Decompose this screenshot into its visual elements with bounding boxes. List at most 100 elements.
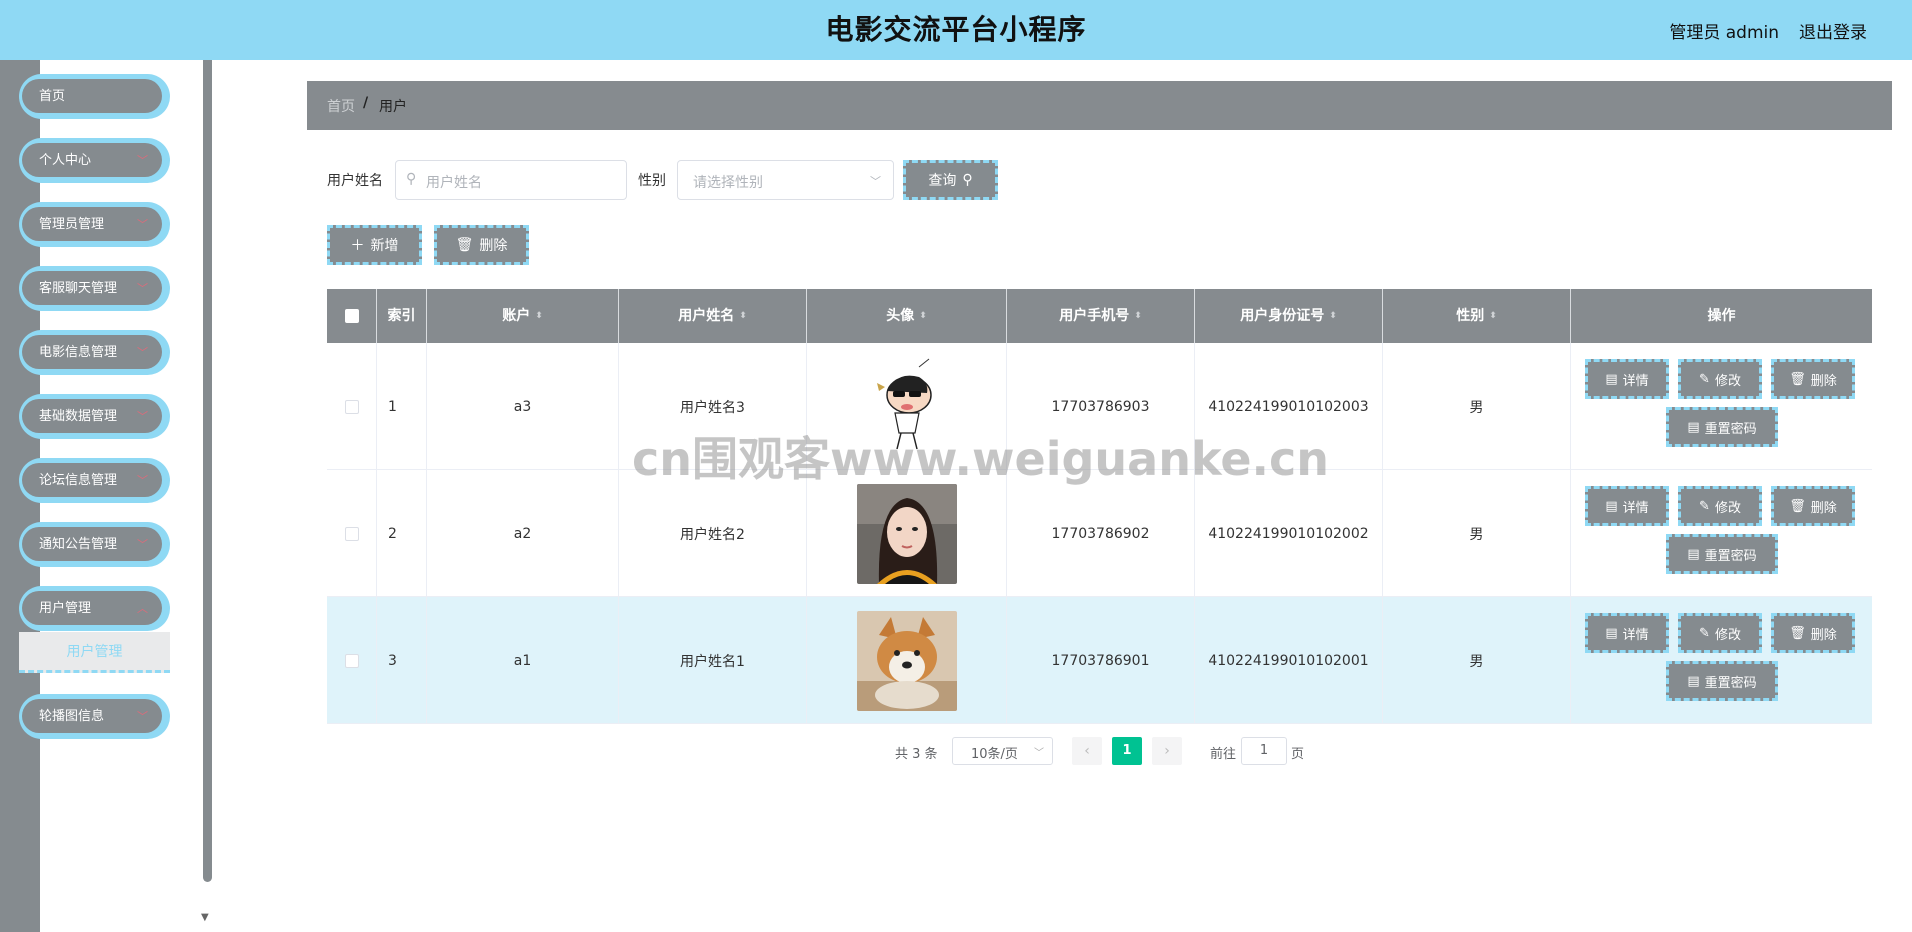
sidebar-item-movies[interactable]: 电影信息管理 ﹀ xyxy=(19,330,170,375)
delete-button[interactable]: 🗑 删除 xyxy=(1771,359,1855,399)
breadcrumb-home[interactable]: 首页 xyxy=(327,96,355,116)
document-icon: ▤ xyxy=(1605,625,1618,641)
sort-icon: ⬍ xyxy=(919,310,927,321)
chevron-down-icon: ﹀ xyxy=(137,474,148,487)
sidebar-item-chat[interactable]: 客服聊天管理 ﹀ xyxy=(19,266,170,311)
cell-index: 3 xyxy=(377,597,427,724)
app-title: 电影交流平台小程序 xyxy=(825,13,1087,46)
document-icon: ▤ xyxy=(1605,371,1618,387)
chevron-down-icon: ﹀ xyxy=(137,538,148,551)
chevron-down-icon: ﹀ xyxy=(137,346,148,359)
sort-icon: ⬍ xyxy=(1329,310,1337,321)
col-phone[interactable]: 用户手机号 ⬍ xyxy=(1007,289,1195,343)
edit-button[interactable]: ✎ 修改 xyxy=(1678,486,1762,526)
name-filter-label: 用户姓名 xyxy=(327,173,383,189)
watermark: cn围观客www.weiguanke.cn xyxy=(632,432,1330,486)
cell-account: a2 xyxy=(427,470,619,597)
table-row: 2 a2 用户姓名2 17703786902 41022419901010200… xyxy=(327,470,1872,597)
query-button[interactable]: 查询 ⚲ xyxy=(903,160,998,200)
avatar[interactable] xyxy=(856,610,957,711)
sidebar-subitem-user-management[interactable]: 用户管理 xyxy=(19,632,170,673)
sidebar-item-users[interactable]: 用户管理 ︿ xyxy=(19,586,170,631)
cell-actions: ▤ 详情 ✎ 修改 🗑 删除 ▤ 重置密码 xyxy=(1571,470,1872,597)
pencil-icon: ✎ xyxy=(1699,498,1710,514)
prev-page-button[interactable]: ‹ xyxy=(1072,737,1102,765)
cell-id-card: 410224199010102001 xyxy=(1195,597,1383,724)
detail-button[interactable]: ▤ 详情 xyxy=(1585,613,1669,653)
sort-icon: ⬍ xyxy=(1134,310,1142,321)
breadcrumb-current: 用户 xyxy=(379,99,407,115)
cell-index: 2 xyxy=(377,470,427,597)
chevron-down-icon: ﹀ xyxy=(1034,748,1044,759)
page-size-select[interactable]: 10条/页 ﹀ xyxy=(952,737,1053,765)
add-button[interactable]: ＋ 新增 xyxy=(327,225,422,265)
reset-password-button[interactable]: ▤ 重置密码 xyxy=(1666,661,1778,701)
goto-page-input[interactable]: 1 xyxy=(1241,737,1287,765)
gender-select[interactable]: 请选择性别 ﹀ xyxy=(677,160,894,200)
col-index: 索引 xyxy=(377,289,427,343)
chevron-left-icon: ‹ xyxy=(1084,743,1090,759)
trash-icon: 🗑 xyxy=(455,237,474,253)
delete-button[interactable]: 🗑 删除 xyxy=(1771,613,1855,653)
page-number-button[interactable]: 1 xyxy=(1112,737,1142,765)
col-account[interactable]: 账户 ⬍ xyxy=(427,289,619,343)
sort-icon: ⬍ xyxy=(1489,310,1497,321)
col-id-card[interactable]: 用户身份证号 ⬍ xyxy=(1195,289,1383,343)
scroll-down-icon[interactable]: ▼ xyxy=(201,912,209,923)
sort-icon: ⬍ xyxy=(739,310,747,321)
pagination-total: 共 3 条 xyxy=(895,747,938,762)
edit-button[interactable]: ✎ 修改 xyxy=(1678,359,1762,399)
document-icon: ▤ xyxy=(1687,546,1700,562)
cell-gender: 男 xyxy=(1383,597,1571,724)
detail-button[interactable]: ▤ 详情 xyxy=(1585,359,1669,399)
cell-phone: 17703786901 xyxy=(1007,597,1195,724)
logout-button[interactable]: 退出登录 xyxy=(1799,18,1867,43)
sidebar-item-forum[interactable]: 论坛信息管理 ﹀ xyxy=(19,458,170,503)
sidebar-item-notices[interactable]: 通知公告管理 ﹀ xyxy=(19,522,170,567)
cell-account: a3 xyxy=(427,343,619,470)
sidebar-item-carousel[interactable]: 轮播图信息 ﹀ xyxy=(19,694,170,739)
edit-button[interactable]: ✎ 修改 xyxy=(1678,613,1762,653)
plus-icon: ＋ xyxy=(350,238,365,254)
document-icon: ▤ xyxy=(1687,419,1700,435)
pencil-icon: ✎ xyxy=(1699,625,1710,641)
col-avatar[interactable]: 头像 ⬍ xyxy=(807,289,1007,343)
document-icon: ▤ xyxy=(1687,673,1700,689)
sidebar-item-admins[interactable]: 管理员管理 ﹀ xyxy=(19,202,170,247)
col-gender[interactable]: 性别 ⬍ xyxy=(1383,289,1571,343)
document-icon: ▤ xyxy=(1605,498,1618,514)
sidebar-item-profile[interactable]: 个人中心 ﹀ xyxy=(19,138,170,183)
cell-gender: 男 xyxy=(1383,470,1571,597)
cell-actions: ▤ 详情 ✎ 修改 🗑 删除 ▤ 重置密码 xyxy=(1571,597,1872,724)
name-search-input[interactable]: ⚲ 用户姓名 xyxy=(395,160,627,200)
sidebar-item-home[interactable]: 首页 xyxy=(19,74,170,119)
cell-actions: ▤ 详情 ✎ 修改 🗑 删除 ▤ 重置密码 xyxy=(1571,343,1872,470)
cell-avatar xyxy=(807,470,1007,597)
col-actions: 操作 xyxy=(1707,308,1736,324)
trash-icon: 🗑 xyxy=(1789,371,1806,387)
cell-account: a1 xyxy=(427,597,619,724)
chevron-right-icon: › xyxy=(1164,743,1170,759)
row-checkbox[interactable] xyxy=(344,526,359,541)
sidebar-item-base-data[interactable]: 基础数据管理 ﹀ xyxy=(19,394,170,439)
chevron-down-icon: ﹀ xyxy=(137,410,148,423)
pencil-icon: ✎ xyxy=(1699,371,1710,387)
next-page-button[interactable]: › xyxy=(1152,737,1182,765)
reset-password-button[interactable]: ▤ 重置密码 xyxy=(1666,407,1778,447)
search-icon: ⚲ xyxy=(406,171,417,187)
bulk-delete-button[interactable]: 🗑 删除 xyxy=(434,225,529,265)
top-bar: 电影交流平台小程序 管理员 admin 退出登录 xyxy=(0,0,1912,60)
detail-button[interactable]: ▤ 详情 xyxy=(1585,486,1669,526)
delete-button[interactable]: 🗑 删除 xyxy=(1771,486,1855,526)
select-all-checkbox[interactable] xyxy=(344,309,359,323)
reset-password-button[interactable]: ▤ 重置密码 xyxy=(1666,534,1778,574)
sidebar-scrollbar[interactable] xyxy=(203,60,212,882)
avatar[interactable] xyxy=(856,483,957,584)
chevron-down-icon: ﹀ xyxy=(137,710,148,723)
trash-icon: 🗑 xyxy=(1789,498,1806,514)
cell-gender: 男 xyxy=(1383,343,1571,470)
row-checkbox[interactable] xyxy=(344,653,359,668)
row-checkbox[interactable] xyxy=(344,399,359,414)
breadcrumb: 首页 / 用户 xyxy=(307,81,1892,130)
col-name[interactable]: 用户姓名 ⬍ xyxy=(619,289,807,343)
